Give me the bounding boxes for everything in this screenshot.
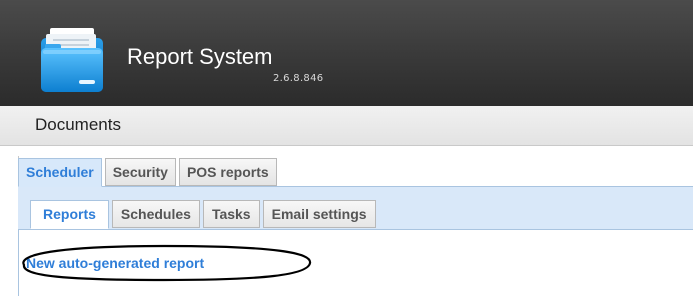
tab-pos-reports[interactable]: POS reports (178, 158, 277, 186)
new-auto-generated-report-link[interactable]: New auto-generated report (26, 254, 204, 272)
app-version: 2.6.8.846 (273, 73, 324, 84)
app-title: Report System (127, 44, 273, 69)
outer-tab-bar: Scheduler Security POS reports (18, 158, 277, 187)
section-title: Documents (35, 115, 121, 134)
app-header: Report System 2.6.8.846 (0, 0, 693, 106)
tab-security[interactable]: Security (104, 158, 176, 186)
folder-document-icon (41, 28, 103, 92)
report-system-app: Report System 2.6.8.846 Documents Schedu… (0, 0, 693, 296)
tab-scheduler[interactable]: Scheduler (18, 158, 102, 187)
section-bar: Documents (0, 106, 693, 146)
tab-tasks[interactable]: Tasks (202, 200, 260, 228)
tab-reports[interactable]: Reports (30, 200, 109, 229)
tab-email-settings[interactable]: Email settings (262, 200, 376, 228)
tab-schedules[interactable]: Schedules (111, 200, 200, 228)
inner-tab-bar: Reports Schedules Tasks Email settings (30, 200, 376, 229)
